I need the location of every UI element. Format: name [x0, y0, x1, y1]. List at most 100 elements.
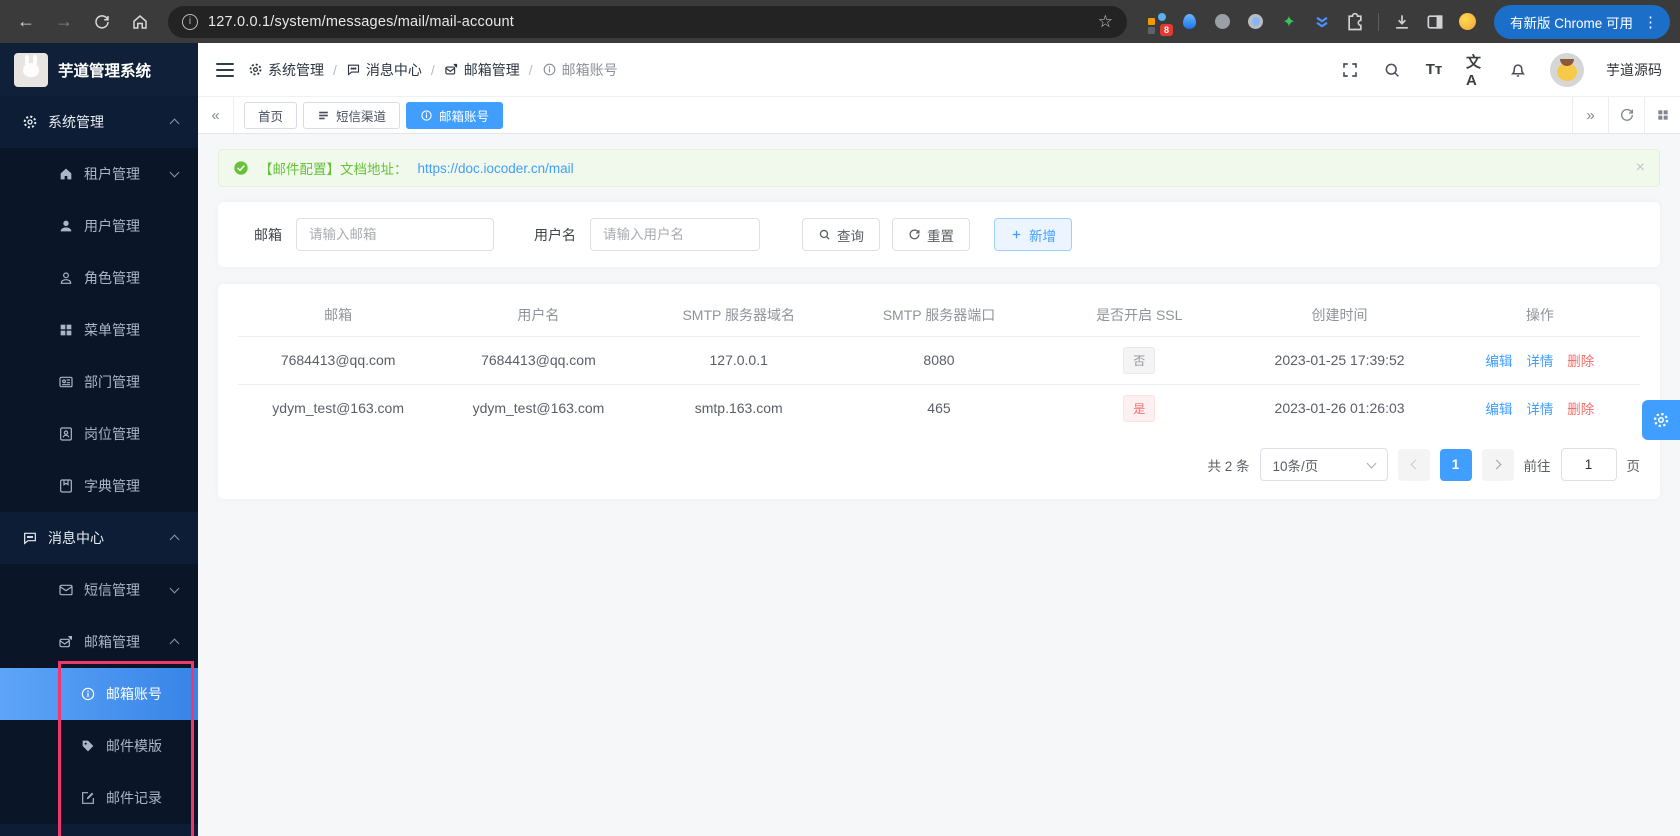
tabs-scroll-right-icon[interactable]: »: [1572, 97, 1608, 133]
sidebar-item-dept-mgmt[interactable]: 部门管理: [0, 356, 198, 408]
url-text[interactable]: 127.0.0.1/system/messages/mail/mail-acco…: [208, 14, 1088, 30]
col-ssl: 是否开启 SSL: [1039, 294, 1240, 337]
extension-badge: 8: [1159, 23, 1173, 36]
goto-page-input[interactable]: [1560, 448, 1617, 481]
downloads-icon[interactable]: [1392, 12, 1412, 32]
sidebar-item-message-center[interactable]: 消息中心: [0, 512, 198, 564]
edit-link[interactable]: 编辑: [1485, 354, 1512, 369]
extension-icon-5[interactable]: ✦: [1279, 12, 1299, 32]
reset-button[interactable]: 重置: [892, 218, 970, 251]
gear-icon: [249, 63, 262, 76]
extension-icon-1[interactable]: 8: [1147, 12, 1173, 36]
fullscreen-icon[interactable]: [1340, 60, 1360, 80]
extension-icon-2[interactable]: [1180, 12, 1200, 32]
delete-link[interactable]: 删除: [1567, 402, 1594, 417]
sidebar-item-mail-account[interactable]: 邮箱账号: [0, 668, 198, 720]
back-icon[interactable]: ←: [10, 6, 42, 38]
cell-username: 7684413@qq.com: [438, 336, 639, 385]
table-header-row: 邮箱 用户名 SMTP 服务器域名 SMTP 服务器端口 是否开启 SSL 创建…: [238, 294, 1640, 337]
cell-port: 465: [927, 400, 951, 417]
breadcrumb-item-mail-account: 邮箱账号: [542, 60, 618, 80]
chrome-update-button[interactable]: 有新版 Chrome 可用 ⋮: [1493, 4, 1670, 39]
refresh-icon: [909, 229, 920, 240]
bookmark-star-icon[interactable]: ☆: [1098, 12, 1113, 32]
app-logo-row[interactable]: 芋道管理系统: [0, 43, 198, 96]
username[interactable]: 芋道源码: [1606, 60, 1662, 80]
font-size-icon[interactable]: Tт: [1424, 60, 1444, 80]
site-info-icon[interactable]: i: [182, 13, 198, 30]
chevron-up-icon: [169, 638, 180, 649]
sidebar-item-menu-mgmt[interactable]: 菜单管理: [0, 304, 198, 356]
prev-page-button[interactable]: [1397, 448, 1430, 481]
tabs-scroll-left-icon[interactable]: «: [198, 97, 234, 133]
sidebar-item-sms-mgmt[interactable]: 短信管理: [0, 564, 198, 616]
page-content: 【邮件配置】文档地址： https://doc.iocoder.cn/mail …: [198, 134, 1680, 836]
detail-link[interactable]: 详情: [1526, 402, 1553, 417]
breadcrumb-item-message[interactable]: 消息中心: [346, 60, 422, 80]
col-username: 用户名: [438, 294, 639, 337]
detail-link[interactable]: 详情: [1526, 354, 1553, 369]
forward-icon[interactable]: →: [48, 6, 80, 38]
edit-link[interactable]: 编辑: [1485, 402, 1512, 417]
sidebar-menu: 系统管理 租户管理 用户管理 角色管理 菜单管理 部门管理 岗位管理 字典管理 …: [0, 96, 198, 824]
tab-actions-grid-icon[interactable]: [1644, 97, 1680, 133]
cell-host: smtp.163.com: [694, 400, 783, 417]
sidebar-item-system-mgmt[interactable]: 系统管理: [0, 96, 198, 148]
sidebar-item-tenant-mgmt[interactable]: 租户管理: [0, 148, 198, 200]
refresh-tab-icon[interactable]: [1608, 97, 1644, 133]
gear-icon: [1653, 412, 1669, 428]
dictionary-icon: [60, 479, 72, 493]
plus-icon: [1012, 230, 1021, 239]
close-icon[interactable]: ×: [1636, 159, 1645, 177]
search-button[interactable]: 查询: [802, 218, 880, 251]
extension-icon-3[interactable]: [1213, 12, 1233, 32]
address-bar[interactable]: i 127.0.0.1/system/messages/mail/mail-ac…: [168, 5, 1127, 38]
reload-icon[interactable]: [86, 6, 118, 38]
sidebar-item-mail-template[interactable]: 邮件模版: [0, 720, 198, 772]
user-avatar[interactable]: [1550, 52, 1584, 87]
page-number-1[interactable]: 1: [1439, 448, 1472, 481]
sidebar-item-post-mgmt[interactable]: 岗位管理: [0, 408, 198, 460]
navbar-actions: Tт 文A 芋道源码: [1340, 52, 1662, 89]
page-size-select[interactable]: 10条/页: [1259, 448, 1388, 481]
email-input[interactable]: [296, 218, 494, 251]
col-smtp-host: SMTP 服务器域名: [638, 294, 839, 337]
home-icon[interactable]: [124, 6, 156, 38]
translate-icon[interactable]: 文A: [1466, 54, 1486, 89]
side-panel-icon[interactable]: [1425, 12, 1445, 32]
tab-mail-account[interactable]: 邮箱账号: [406, 101, 504, 129]
kebab-menu-icon[interactable]: ⋮: [1643, 13, 1658, 31]
extensions-puzzle-icon[interactable]: [1345, 12, 1365, 32]
breadcrumb-item-mail[interactable]: 邮箱管理: [444, 60, 520, 80]
mail-send-icon: [59, 636, 72, 648]
delete-link[interactable]: 删除: [1567, 354, 1594, 369]
hamburger-icon[interactable]: [216, 62, 234, 77]
username-input[interactable]: [590, 218, 760, 251]
tab-sms-channel[interactable]: 短信渠道: [303, 101, 401, 129]
sidebar-item-dict-mgmt[interactable]: 字典管理: [0, 460, 198, 512]
goto-label: 前往: [1523, 458, 1551, 474]
extension-icon-6[interactable]: [1312, 12, 1332, 32]
add-button[interactable]: 新增: [994, 218, 1072, 251]
bell-icon[interactable]: [1508, 60, 1528, 80]
open-tabs: 首页 短信渠道 邮箱账号: [234, 101, 1572, 129]
cell-email: ydym_test@163.com: [272, 400, 404, 417]
sidebar-item-user-mgmt[interactable]: 用户管理: [0, 200, 198, 252]
sidebar-item-role-mgmt[interactable]: 角色管理: [0, 252, 198, 304]
next-page-button[interactable]: [1481, 448, 1514, 481]
breadcrumb-item-system[interactable]: 系统管理: [248, 60, 324, 80]
info-circle-icon: [81, 687, 95, 701]
sidebar-item-mail-log[interactable]: 邮件记录: [0, 772, 198, 824]
doc-link[interactable]: https://doc.iocoder.cn/mail: [418, 161, 574, 176]
extension-icon-4[interactable]: [1246, 12, 1266, 32]
search-form-card: 邮箱 用户名 查询 重置 新增: [218, 202, 1660, 267]
tab-home[interactable]: 首页: [244, 101, 298, 129]
profile-avatar-icon[interactable]: [1458, 12, 1478, 32]
app-logo-rabbit: [14, 52, 48, 87]
tag-icon: [82, 740, 94, 752]
list-icon: [319, 111, 328, 119]
theme-settings-button[interactable]: [1642, 400, 1680, 440]
search-icon[interactable]: [1382, 60, 1402, 80]
grid-icon: [60, 324, 72, 336]
sidebar-item-mail-mgmt[interactable]: 邮箱管理: [0, 616, 198, 668]
